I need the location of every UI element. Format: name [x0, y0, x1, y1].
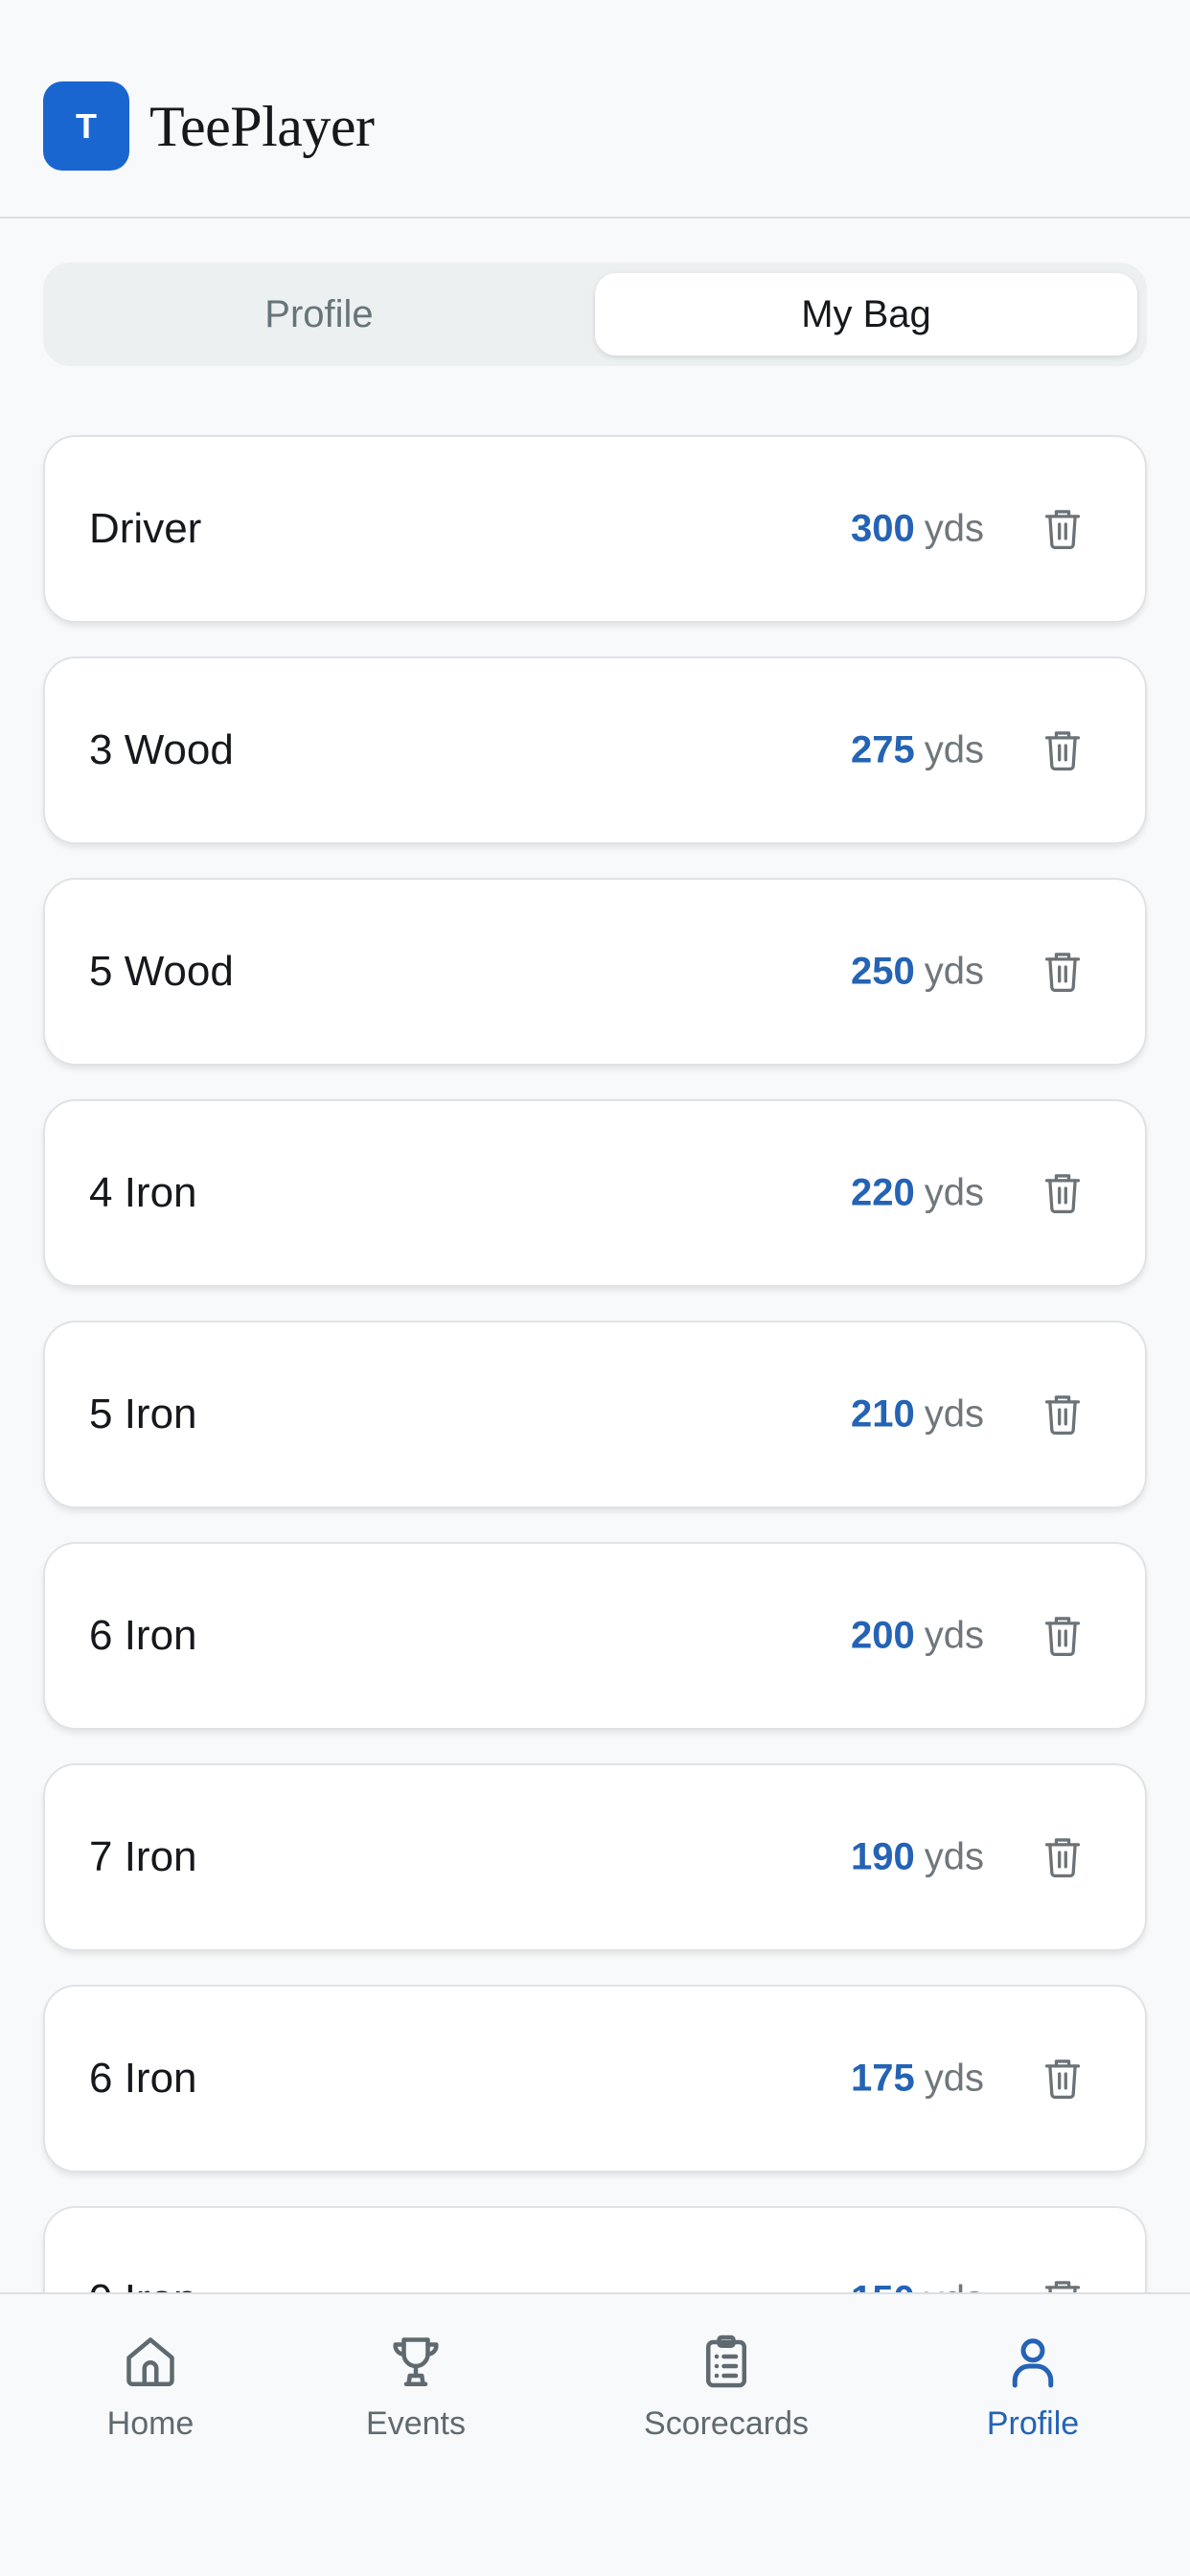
- trash-icon: [1044, 953, 1081, 993]
- club-card-6-iron-second[interactable]: 6 Iron 175 yds: [43, 1985, 1147, 2173]
- app-title: TeePlayer: [149, 95, 375, 158]
- club-name: Driver: [89, 505, 202, 552]
- person-icon: [1012, 2338, 1054, 2388]
- trash-icon: [1044, 1617, 1081, 1657]
- delete-club-button[interactable]: [1040, 504, 1086, 554]
- distance-value: 190: [851, 1835, 915, 1878]
- club-distance: 220 yds: [851, 1172, 984, 1215]
- distance-unit: yds: [924, 2057, 984, 2100]
- nav-label-events: Events: [366, 2405, 466, 2442]
- trash-icon: [1044, 2059, 1081, 2100]
- club-distance: 300 yds: [851, 508, 984, 551]
- club-distance: 175 yds: [851, 2058, 984, 2101]
- club-card-driver[interactable]: Driver 300 yds: [43, 435, 1147, 623]
- delete-club-button[interactable]: [1040, 2275, 1086, 2292]
- club-card-7-iron[interactable]: 7 Iron 190 yds: [43, 1763, 1147, 1951]
- club-name: 5 Iron: [89, 1391, 197, 1438]
- distance-value: 275: [851, 728, 915, 771]
- club-name: 6 Iron: [89, 2055, 197, 2102]
- distance-value: 250: [851, 950, 915, 993]
- club-name: 9 Iron: [89, 2276, 197, 2292]
- trash-icon: [1044, 1395, 1081, 1436]
- distance-unit: yds: [924, 1392, 984, 1436]
- distance-value: 220: [851, 1171, 915, 1214]
- app-logo: T: [43, 81, 129, 171]
- club-name: 3 Wood: [89, 726, 234, 773]
- club-card-5-wood[interactable]: 5 Wood 250 yds: [43, 878, 1147, 1066]
- segment-my-bag[interactable]: My Bag: [595, 273, 1137, 356]
- club-name: 4 Iron: [89, 1169, 197, 1216]
- trash-icon: [1044, 510, 1081, 550]
- club-distance: 200 yds: [851, 1615, 984, 1658]
- club-distance: 210 yds: [851, 1393, 984, 1437]
- club-card-5-iron[interactable]: 5 Iron 210 yds: [43, 1321, 1147, 1508]
- trash-icon: [1044, 731, 1081, 771]
- club-card-4-iron[interactable]: 4 Iron 220 yds: [43, 1099, 1147, 1287]
- app-header: T TeePlayer: [0, 0, 1190, 218]
- club-distance: 190 yds: [851, 1836, 984, 1879]
- profile-segmented-control: Profile My Bag: [43, 263, 1147, 366]
- trash-icon: [1044, 2281, 1081, 2292]
- nav-item-profile[interactable]: Profile: [908, 2333, 1157, 2467]
- delete-club-button[interactable]: [1040, 725, 1086, 775]
- distance-value: 150: [851, 2279, 915, 2293]
- distance-value: 300: [851, 507, 915, 550]
- distance-unit: yds: [924, 728, 984, 771]
- home-icon: [126, 2337, 174, 2386]
- nav-item-scorecards[interactable]: Scorecards: [602, 2333, 851, 2467]
- delete-club-button[interactable]: [1040, 1390, 1086, 1439]
- segment-profile[interactable]: Profile: [53, 273, 585, 356]
- club-name: 7 Iron: [89, 1833, 197, 1880]
- bottom-nav: Home Events Scorecards Profile: [0, 2292, 1190, 2576]
- distance-value: 175: [851, 2057, 915, 2100]
- nav-label-profile: Profile: [986, 2405, 1080, 2442]
- distance-unit: yds: [924, 1614, 984, 1657]
- club-card-3-wood[interactable]: 3 Wood 275 yds: [43, 656, 1147, 844]
- trophy-icon: [393, 2337, 439, 2386]
- delete-club-button[interactable]: [1040, 947, 1086, 997]
- nav-item-home[interactable]: Home: [26, 2333, 275, 2467]
- distance-value: 200: [851, 1614, 915, 1657]
- club-distance: 275 yds: [851, 729, 984, 772]
- distance-unit: yds: [924, 1835, 984, 1878]
- distance-value: 210: [851, 1392, 915, 1436]
- club-name: 6 Iron: [89, 1612, 197, 1659]
- club-card-9-iron[interactable]: 9 Iron 150 yds: [43, 2206, 1147, 2292]
- distance-unit: yds: [924, 1171, 984, 1214]
- delete-club-button[interactable]: [1040, 1832, 1086, 1882]
- club-distance: 150 yds: [851, 2279, 984, 2293]
- distance-unit: yds: [924, 507, 984, 550]
- nav-label-scorecards: Scorecards: [644, 2405, 809, 2442]
- delete-club-button[interactable]: [1040, 1168, 1086, 1218]
- clipboard-icon: [706, 2334, 746, 2388]
- club-name: 5 Wood: [89, 948, 234, 995]
- delete-club-button[interactable]: [1040, 2054, 1086, 2104]
- distance-unit: yds: [925, 2279, 984, 2293]
- club-card-6-iron[interactable]: 6 Iron 200 yds: [43, 1542, 1147, 1730]
- nav-item-events[interactable]: Events: [291, 2333, 540, 2467]
- distance-unit: yds: [924, 950, 984, 993]
- club-distance: 250 yds: [851, 951, 984, 994]
- trash-icon: [1044, 1174, 1081, 1214]
- delete-club-button[interactable]: [1040, 1611, 1086, 1661]
- nav-label-home: Home: [106, 2405, 195, 2442]
- trash-icon: [1044, 1838, 1081, 1878]
